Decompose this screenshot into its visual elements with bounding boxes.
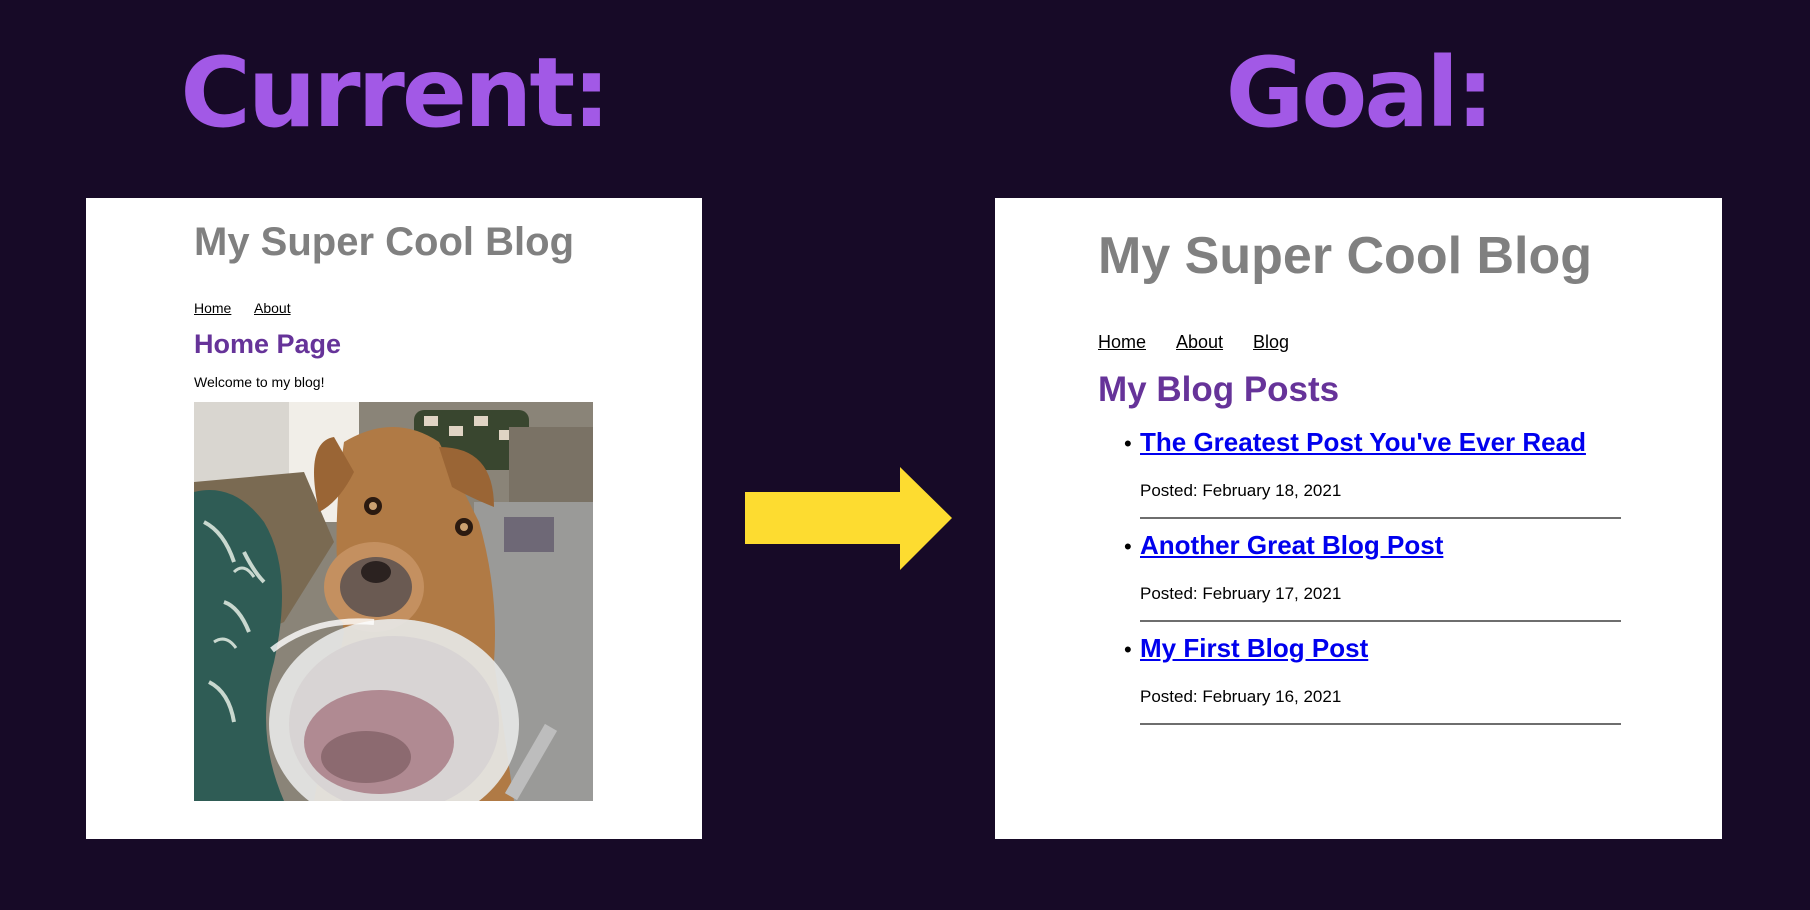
nav-link-blog[interactable]: Blog — [1253, 332, 1289, 353]
goal-page-preview: My Super Cool Blog Home About Blog My Bl… — [995, 198, 1722, 839]
post-title-link[interactable]: Another Great Blog Post — [1140, 530, 1443, 561]
dog-photo — [194, 402, 593, 801]
post-date: Posted: February 17, 2021 — [1140, 584, 1342, 603]
page-heading: My Blog Posts — [1098, 370, 1340, 409]
current-page-preview: My Super Cool Blog Home About Home Page … — [86, 198, 702, 839]
post-date: Posted: February 16, 2021 — [1140, 687, 1342, 706]
right-arrow-icon — [745, 467, 952, 570]
page-heading: Home Page — [194, 329, 342, 359]
divider — [1140, 517, 1621, 519]
nav-link-home[interactable]: Home — [194, 300, 231, 316]
post-date: Posted: February 18, 2021 — [1140, 481, 1342, 500]
nav-link-about[interactable]: About — [254, 300, 291, 316]
nav-link-about[interactable]: About — [1176, 332, 1223, 353]
divider — [1140, 620, 1621, 622]
nav-link-home[interactable]: Home — [1098, 332, 1146, 353]
blog-title: My Super Cool Blog — [1098, 227, 1592, 285]
list-bullet: • — [1124, 637, 1132, 662]
post-title-link[interactable]: The Greatest Post You've Ever Read — [1140, 427, 1586, 458]
divider — [1140, 723, 1621, 725]
blog-title: My Super Cool Blog — [194, 220, 574, 264]
current-heading: Current: — [180, 37, 610, 149]
welcome-text: Welcome to my blog! — [194, 374, 325, 390]
post-title-link[interactable]: My First Blog Post — [1140, 633, 1368, 664]
goal-heading: Goal: — [1225, 37, 1495, 149]
list-bullet: • — [1124, 431, 1132, 456]
list-bullet: • — [1124, 534, 1132, 559]
